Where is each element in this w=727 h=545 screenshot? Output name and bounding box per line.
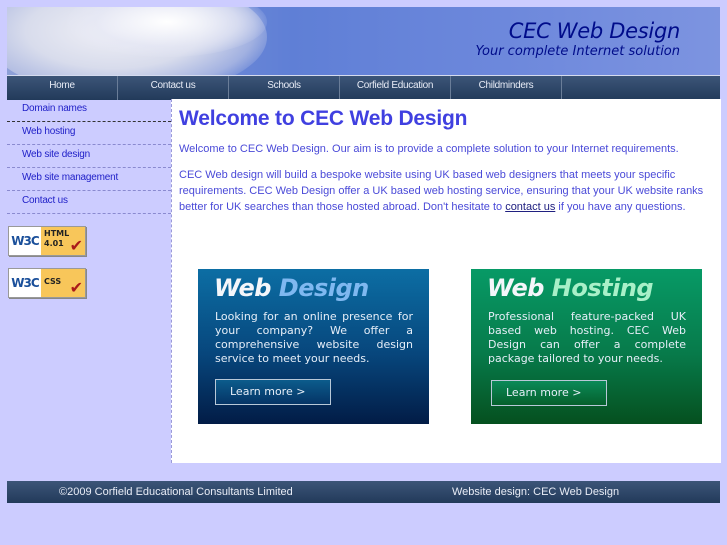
main-nav: Home Contact us Schools Corfield Educati… bbox=[7, 75, 720, 100]
w3c-css-badge[interactable]: W3C CSS ✔ bbox=[8, 268, 86, 298]
site-footer: ©2009 Corfield Educational Consultants L… bbox=[7, 481, 720, 503]
contact-us-link[interactable]: contact us bbox=[505, 201, 555, 213]
check-icon: ✔ bbox=[69, 278, 83, 297]
sidebar-item-domain-names[interactable]: Domain names bbox=[7, 99, 171, 122]
learn-more-button[interactable]: Learn more > bbox=[215, 379, 331, 405]
details-paragraph: CEC Web design will build a bespoke webs… bbox=[179, 169, 704, 213]
sidebar-item-web-site-design[interactable]: Web site design bbox=[7, 145, 171, 168]
learn-more-button[interactable]: Learn more > bbox=[491, 380, 607, 406]
site-tagline: Your complete Internet solution bbox=[475, 44, 681, 59]
main-content: Welcome to CEC Web Design Welcome to CEC… bbox=[171, 99, 721, 463]
design-credit: Website design: CEC Web Design bbox=[452, 486, 620, 498]
sidebar-item-contact-us[interactable]: Contact us bbox=[7, 191, 171, 214]
nav-home[interactable]: Home bbox=[7, 76, 118, 100]
sidebar: Domain names Web hosting Web site design… bbox=[7, 99, 171, 298]
site-title: CEC Web Design bbox=[508, 19, 681, 43]
nav-schools[interactable]: Schools bbox=[229, 76, 340, 100]
copyright: ©2009 Corfield Educational Consultants L… bbox=[59, 486, 293, 498]
w3c-logo: W3C bbox=[9, 227, 41, 255]
nav-contact-us[interactable]: Contact us bbox=[118, 76, 229, 100]
promo-text: Professional feature-packed UK based web… bbox=[488, 310, 686, 365]
web-design-promo[interactable]: Web Design Looking for an online presenc… bbox=[198, 269, 429, 424]
nav-corfield-education[interactable]: Corfield Education bbox=[340, 76, 451, 100]
sidebar-item-web-hosting[interactable]: Web hosting bbox=[7, 122, 171, 145]
page-title: Welcome to CEC Web Design bbox=[179, 107, 468, 130]
nav-childminders[interactable]: Childminders bbox=[451, 76, 562, 100]
promo-text: Looking for an online presence for your … bbox=[215, 310, 413, 365]
brand: CEC Web Design Your complete Internet so… bbox=[476, 19, 681, 61]
w3c-logo: W3C bbox=[9, 269, 41, 297]
intro-paragraph: Welcome to CEC Web Design. Our aim is to… bbox=[179, 143, 679, 155]
sidebar-item-web-site-management[interactable]: Web site management bbox=[7, 168, 171, 191]
w3c-html-badge[interactable]: W3C HTML 4.01 ✔ bbox=[8, 226, 86, 256]
site-header: CEC Web Design Your complete Internet so… bbox=[7, 7, 720, 75]
web-hosting-promo[interactable]: Web Hosting Professional feature-packed … bbox=[471, 269, 702, 424]
check-icon: ✔ bbox=[69, 236, 83, 255]
promo-title: Web Hosting bbox=[487, 274, 654, 302]
promo-title: Web Design bbox=[214, 274, 369, 302]
